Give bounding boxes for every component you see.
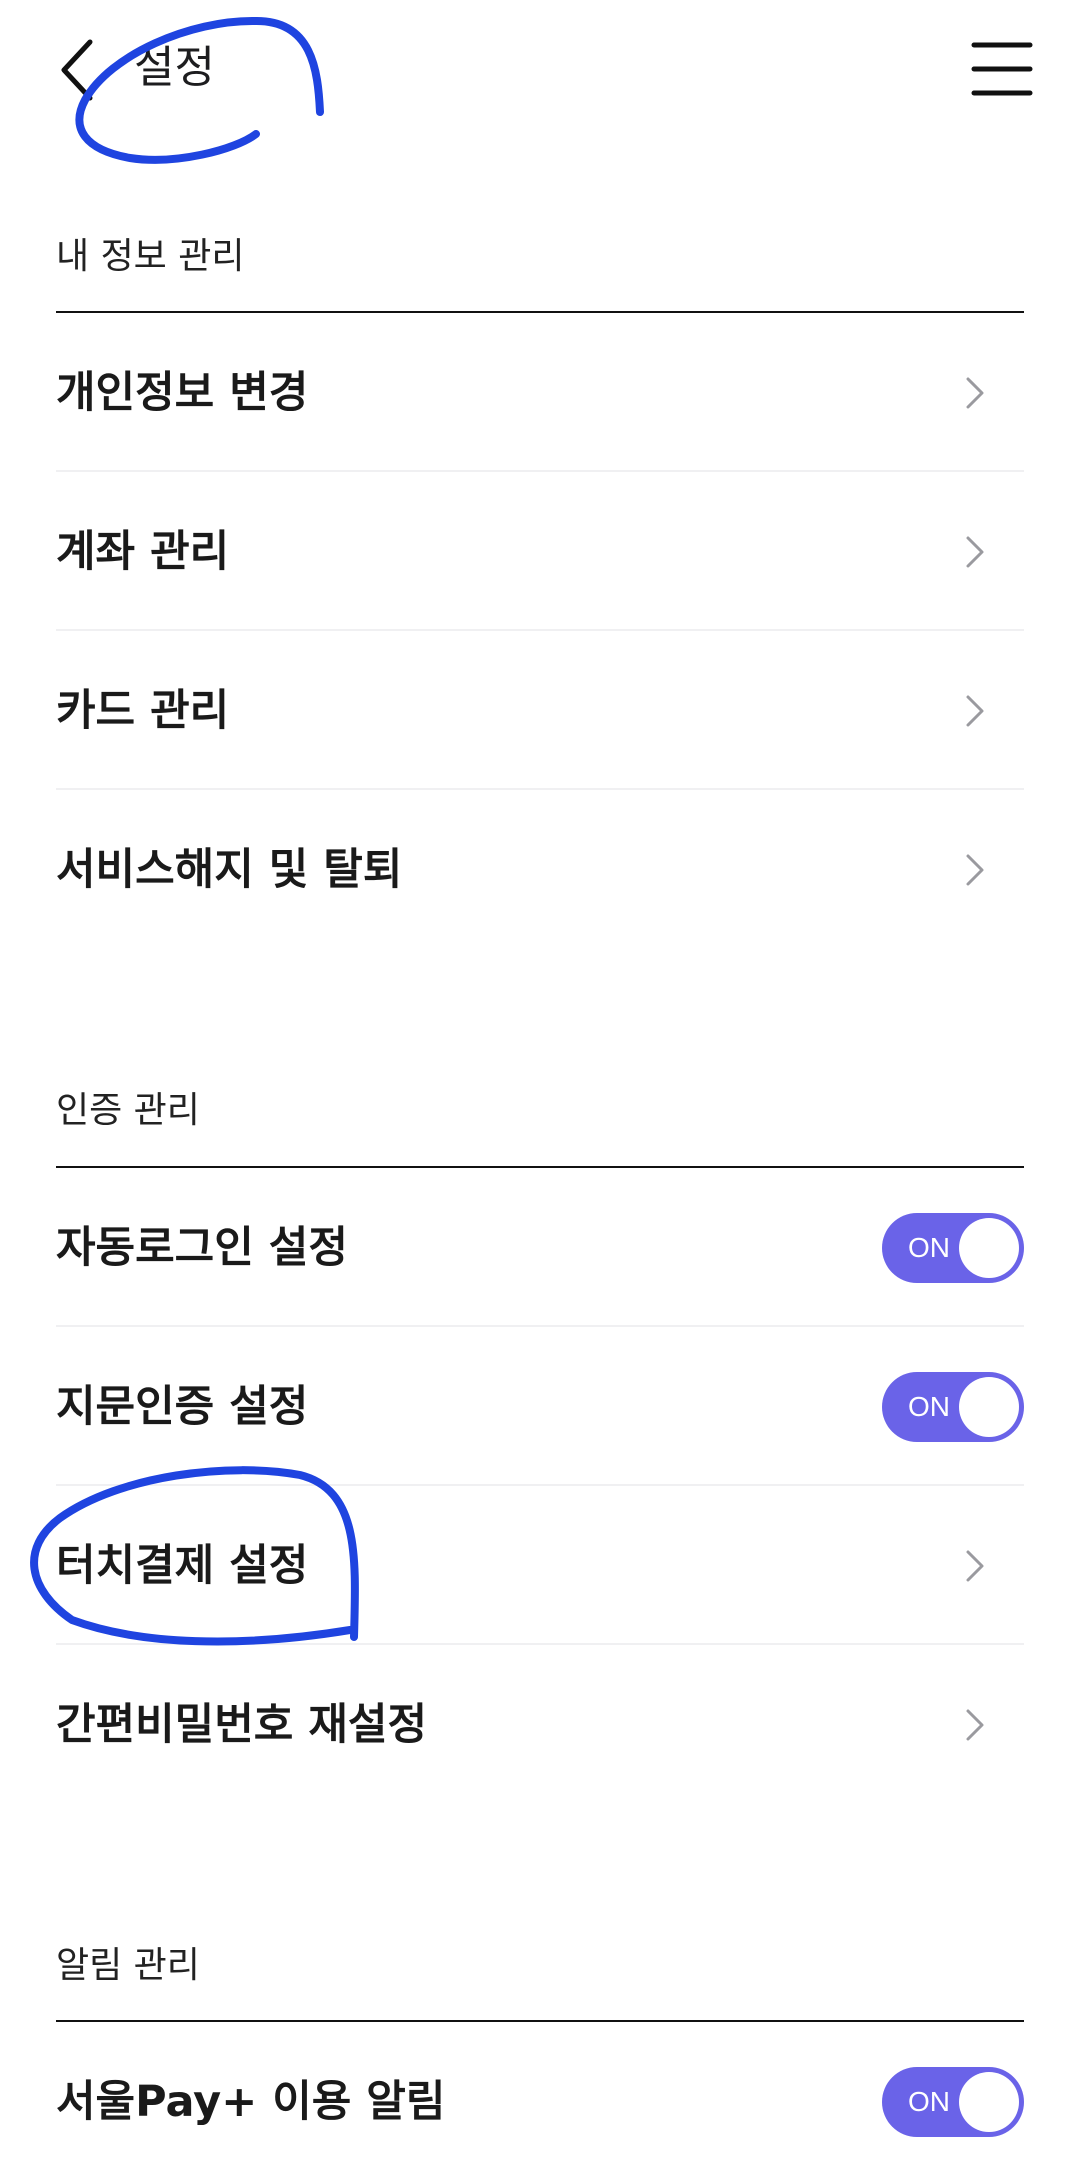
menu-item-label: 자동로그인 설정 (56, 1222, 348, 1273)
chevron-left-icon (61, 39, 93, 101)
menu-item-account-management[interactable]: 계좌 관리 (56, 472, 1024, 631)
menu-button[interactable] (970, 36, 1034, 102)
toggle-state-text: ON (908, 2085, 950, 2117)
section-title-notifications: 알림 관리 (56, 1945, 200, 1986)
chevron-right-icon (966, 854, 984, 885)
toggle-state-text: ON (908, 1390, 950, 1422)
menu-item-label: 계좌 관리 (56, 526, 230, 577)
fingerprint-toggle[interactable]: ON (882, 1371, 1024, 1442)
auto-login-toggle[interactable]: ON (882, 1212, 1024, 1283)
menu-item-fingerprint: 지문인증 설정 ON (56, 1327, 1024, 1486)
toggle-knob (959, 1376, 1019, 1437)
menu-item-auto-login: 자동로그인 설정 ON (56, 1168, 1024, 1327)
menu-item-label: 간편비밀번호 재설정 (56, 1699, 428, 1750)
section-title-auth: 인증 관리 (56, 1090, 200, 1131)
menu-item-card-management[interactable]: 카드 관리 (56, 631, 1024, 790)
section-title-my-info: 내 정보 관리 (56, 236, 245, 277)
menu-item-cancel-service[interactable]: 서비스해지 및 탈퇴 (56, 790, 1024, 949)
menu-item-edit-personal-info[interactable]: 개인정보 변경 (56, 313, 1024, 472)
menu-item-label: 카드 관리 (56, 685, 230, 736)
chevron-right-icon (966, 536, 984, 567)
chevron-right-icon (966, 1709, 984, 1740)
menu-item-label: 지문인증 설정 (56, 1381, 309, 1432)
usage-alert-toggle[interactable]: ON (882, 2066, 1024, 2137)
page-title: 설정 (134, 42, 215, 93)
back-button[interactable] (52, 30, 112, 110)
app-header: 설정 (0, 0, 1080, 150)
chevron-right-icon (966, 695, 984, 726)
menu-item-label: 개인정보 변경 (56, 367, 309, 418)
toggle-state-text: ON (908, 1231, 950, 1263)
menu-item-touch-payment[interactable]: 터치결제 설정 (56, 1486, 1024, 1645)
chevron-right-icon (966, 377, 984, 408)
toggle-knob (959, 2071, 1019, 2132)
hamburger-menu-icon (971, 42, 1033, 96)
menu-item-label: 터치결제 설정 (56, 1540, 309, 1591)
menu-item-reset-pin[interactable]: 간편비밀번호 재설정 (56, 1645, 1024, 1804)
toggle-knob (959, 1217, 1019, 1278)
menu-item-label: 서울Pay+ 이용 알림 (56, 2076, 446, 2127)
chevron-right-icon (966, 1550, 984, 1581)
menu-item-label: 서비스해지 및 탈퇴 (56, 844, 403, 895)
menu-item-usage-alert: 서울Pay+ 이용 알림 ON (56, 2022, 1024, 2181)
